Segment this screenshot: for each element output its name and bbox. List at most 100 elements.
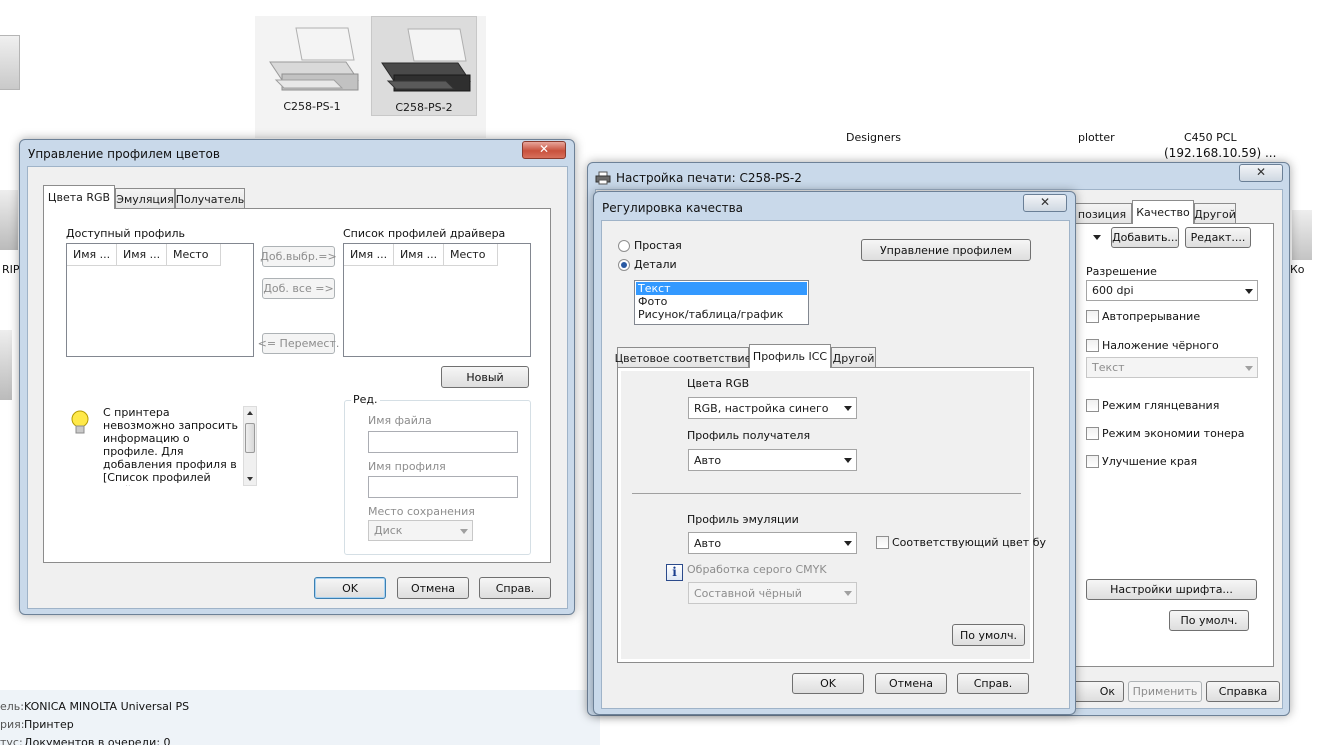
color-profile-dialog: Управление профилем цветов ✕ Цвета RGB Э… — [19, 139, 575, 615]
scroll-up-arrow-icon[interactable] — [247, 411, 253, 415]
partial-icon-left-2 — [0, 330, 12, 400]
dialog-body: Простая Детали Управление профилем Текст… — [601, 220, 1070, 709]
column-header[interactable]: Имя ... — [394, 244, 444, 266]
help-button[interactable]: Справ. — [957, 673, 1029, 694]
printer-small-icon — [595, 171, 611, 185]
info-icon[interactable]: i — [666, 564, 683, 581]
match-color-checkbox[interactable] — [876, 536, 889, 549]
printer-icon — [269, 27, 359, 91]
simple-radio[interactable] — [618, 240, 630, 252]
column-header[interactable]: Имя ... — [117, 244, 167, 266]
column-header[interactable]: Имя ... — [67, 244, 117, 266]
dest-profile-value: Авто — [694, 453, 722, 467]
tab-destination[interactable]: Получатель — [175, 188, 245, 209]
emulation-profile-label: Профиль эмуляции — [687, 513, 799, 526]
object-type-list[interactable]: Текст Фото Рисунок/таблица/график — [634, 280, 809, 325]
tab-color-matching[interactable]: Цветовое соответствие — [615, 347, 751, 368]
tab-icc-profile[interactable]: Профиль ICC — [749, 344, 831, 368]
cancel-button[interactable]: Отмена — [875, 673, 947, 694]
available-profile-label: Доступный профиль — [66, 227, 185, 240]
save-location-select[interactable]: Диск — [368, 520, 473, 541]
info-text: С принтера невозможно запросить информац… — [103, 406, 238, 486]
apply-button[interactable]: Применить — [1128, 681, 1202, 702]
add-all-button[interactable]: Доб. все => — [262, 278, 335, 299]
font-settings-button[interactable]: Настройки шрифта... — [1086, 579, 1257, 600]
edge-enhance-checkbox[interactable] — [1086, 455, 1099, 468]
glossy-mode-label: Режим глянцевания — [1102, 399, 1220, 412]
black-overprint-checkbox[interactable] — [1086, 339, 1099, 352]
help-button[interactable]: Справка — [1206, 681, 1280, 702]
emulation-profile-select[interactable]: Авто — [688, 532, 857, 554]
ok-button[interactable]: OK — [314, 577, 386, 599]
overprint-select[interactable]: Текст — [1086, 357, 1258, 378]
status-value: Принтер — [24, 718, 74, 731]
separator — [632, 493, 1021, 494]
column-header[interactable]: Имя ... — [344, 244, 394, 266]
chevron-down-icon — [460, 528, 468, 534]
chevron-down-icon — [844, 591, 852, 596]
resolution-label: Разрешение — [1086, 265, 1157, 278]
printer-icon — [381, 28, 471, 92]
help-button[interactable]: Справ. — [479, 577, 551, 599]
defaults-button[interactable]: По умолч. — [1169, 610, 1249, 631]
overprint-value: Текст — [1092, 361, 1125, 374]
resolution-select[interactable]: 600 dpi — [1086, 280, 1258, 301]
tab-emulation[interactable]: Эмуляция — [115, 188, 175, 209]
tab-panel: Добавить... Редакт.... Разрешение 600 dp… — [1066, 223, 1274, 667]
scroll-down-arrow-icon[interactable] — [247, 477, 253, 481]
tab-other[interactable]: Другой — [831, 347, 876, 368]
filename-input[interactable] — [368, 431, 518, 453]
lightbulb-icon — [71, 410, 89, 434]
detail-radio[interactable] — [618, 259, 630, 271]
quality-dialog: Регулировка качества ✕ Простая Детали Уп… — [593, 191, 1076, 715]
rgb-colors-value: RGB, настройка синего — [694, 401, 829, 415]
printer-item-c258-ps-2[interactable]: C258-PS-2 — [371, 16, 477, 116]
available-profile-list[interactable]: Имя ... Имя ... Место — [66, 243, 254, 357]
list-item-photo[interactable]: Фото — [636, 295, 807, 308]
list-item-graphics[interactable]: Рисунок/таблица/график — [636, 308, 807, 321]
auto-trapping-checkbox[interactable] — [1086, 310, 1099, 323]
toner-save-checkbox[interactable] — [1086, 427, 1099, 440]
column-header[interactable]: Место — [444, 244, 498, 266]
tab-quality[interactable]: Качество — [1132, 200, 1194, 224]
chevron-down-icon — [844, 458, 852, 463]
tab-rgb-colors[interactable]: Цвета RGB — [43, 185, 115, 209]
add-button[interactable]: Добавить... — [1111, 227, 1179, 248]
manage-profile-button[interactable]: Управление профилем — [861, 239, 1031, 261]
tab-other[interactable]: Другой — [1194, 203, 1236, 224]
status-value: KONICA MINOLTA Universal PS — [24, 700, 190, 713]
simple-radio-label: Простая — [634, 239, 682, 252]
dest-profile-select[interactable]: Авто — [688, 449, 857, 471]
partial-printer-icon — [0, 35, 20, 90]
printer-label: C258-PS-1 — [283, 100, 341, 113]
driver-profile-list[interactable]: Имя ... Имя ... Место — [343, 243, 531, 357]
bg-text-ip: (192.168.10.59) ... — [1164, 146, 1277, 160]
bg-text-ko: Ко — [1290, 263, 1305, 276]
scroll-thumb[interactable] — [245, 423, 255, 453]
list-item-text[interactable]: Текст — [636, 282, 807, 295]
cmyk-gray-select[interactable]: Составной чёрный — [688, 582, 857, 604]
profile-name-input[interactable] — [368, 476, 518, 498]
toner-save-label: Режим экономии тонера — [1102, 427, 1245, 440]
rgb-colors-select[interactable]: RGB, настройка синего — [688, 397, 857, 419]
column-header[interactable]: Место — [167, 244, 221, 266]
filename-label: Имя файла — [368, 414, 432, 427]
printer-item-c258-ps-1[interactable]: C258-PS-1 — [258, 18, 366, 116]
resolution-value: 600 dpi — [1092, 284, 1134, 297]
close-button[interactable]: ✕ — [522, 141, 566, 159]
ok-button[interactable]: OK — [792, 673, 864, 694]
move-button[interactable]: <= Перемест. — [258, 333, 339, 354]
defaults-button[interactable]: По умолч. — [952, 624, 1025, 646]
edit-button[interactable]: Редакт.... — [1185, 227, 1251, 248]
info-scrollbar[interactable] — [243, 406, 257, 486]
cancel-button[interactable]: Отмена — [397, 577, 469, 599]
add-selected-button[interactable]: Доб.выбр.=> — [260, 246, 337, 267]
glossy-mode-checkbox[interactable] — [1086, 399, 1099, 412]
close-button[interactable]: ✕ — [1239, 164, 1283, 182]
edit-group-label: Ред. — [351, 393, 380, 406]
chevron-down-icon — [1245, 288, 1253, 294]
new-button[interactable]: Новый — [441, 366, 529, 388]
close-button[interactable]: ✕ — [1023, 194, 1067, 212]
tab-composition[interactable]: позиция — [1072, 203, 1132, 224]
chevron-down-icon — [844, 406, 852, 411]
